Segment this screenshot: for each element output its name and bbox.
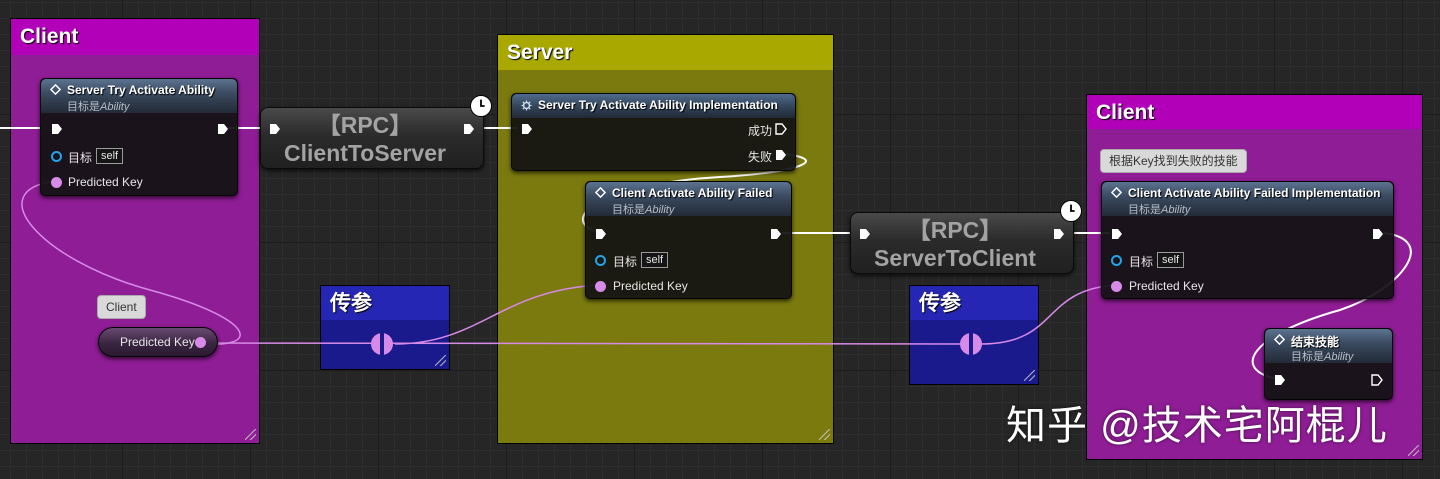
predicted-key-variable-node[interactable]: Predicted Key [98,327,218,357]
fail-exec-pin[interactable] [775,149,787,161]
function-icon [595,187,606,198]
function-icon [1111,187,1122,198]
rpc-line-2: ClientToServer [284,140,446,166]
exec-in-pin[interactable] [595,228,607,240]
node-server-try-activate-impl[interactable]: Server Try Activate Ability Implementati… [511,93,796,171]
rpc-line-1: 【RPC】 [907,217,1003,243]
rpc-line-2: ServerToClient [874,245,1036,271]
predicted-key-pin[interactable] [595,281,606,292]
predicted-key-label: Predicted Key [613,279,688,293]
node-subtitle: 目标是Ability [67,101,130,113]
rpc-line-1: 【RPC】 [317,112,413,138]
exec-out-pin[interactable] [770,228,782,240]
node-subtitle: 目标是Ability [1291,351,1354,363]
rpc-client-to-server-node[interactable]: 【RPC】 ClientToServer [260,107,484,169]
exec-out-pin[interactable] [1371,374,1383,386]
rpc-server-to-client-node[interactable]: 【RPC】 ServerToClient [850,212,1074,274]
variable-comment-bubble[interactable]: Client [97,295,146,319]
data-wire [21,180,241,345]
predicted-key-pin[interactable] [51,177,62,188]
event-gear-icon [521,100,532,111]
exec-out-pin[interactable] [1372,228,1384,240]
function-icon [50,84,61,95]
exec-in-pin[interactable] [1274,374,1286,386]
node-server-try-activate-ability[interactable]: Server Try Activate Ability 目标是Ability 目… [40,78,238,196]
target-label: 目标 [68,151,93,165]
self-value[interactable]: self [96,148,124,164]
data-wire [202,342,961,345]
target-pin[interactable] [51,151,62,162]
node-subtitle: 目标是Ability [1128,204,1191,216]
self-value[interactable]: self [641,252,669,268]
success-exec-pin[interactable] [775,123,787,135]
target-pin[interactable] [1111,255,1122,266]
variable-label: Predicted Key [120,335,195,349]
node-title: Server Try Activate Ability [67,83,215,97]
data-wire [394,284,601,345]
success-label: 成功 [748,124,773,138]
target-label: 目标 [613,255,638,269]
variable-out-pin[interactable] [195,337,206,348]
node-end-ability[interactable]: 结束技能 目标是Ability [1264,328,1393,400]
exec-in-pin[interactable] [51,123,63,135]
node-client-activate-ability-failed[interactable]: Client Activate Ability Failed 目标是Abilit… [585,181,792,299]
fail-label: 失败 [748,150,773,164]
predicted-key-label: Predicted Key [68,175,143,189]
node-title: Client Activate Ability Failed [612,186,773,200]
clock-icon [470,95,492,117]
watermark-text: 知乎 @技术宅阿棍儿 [1006,404,1388,448]
target-pin[interactable] [595,255,606,266]
node-client-activate-ability-failed-impl[interactable]: Client Activate Ability Failed Implement… [1101,181,1394,299]
predicted-key-pin[interactable] [1111,281,1122,292]
self-value[interactable]: self [1157,252,1185,268]
predicted-key-label: Predicted Key [1129,279,1204,293]
target-label: 目标 [1129,255,1154,269]
exec-in-pin[interactable] [521,123,533,135]
node-subtitle: 目标是Ability [612,204,675,216]
clock-icon [1060,200,1082,222]
node-title: Server Try Activate Ability Implementati… [538,98,778,112]
data-wire [979,284,1117,345]
node-title: Client Activate Ability Failed Implement… [1128,186,1381,200]
exec-out-pin[interactable] [217,123,229,135]
node-comment-bubble[interactable]: 根据Key找到失败的技能 [1100,149,1247,173]
function-icon [1274,334,1285,345]
exec-in-pin[interactable] [1111,228,1123,240]
